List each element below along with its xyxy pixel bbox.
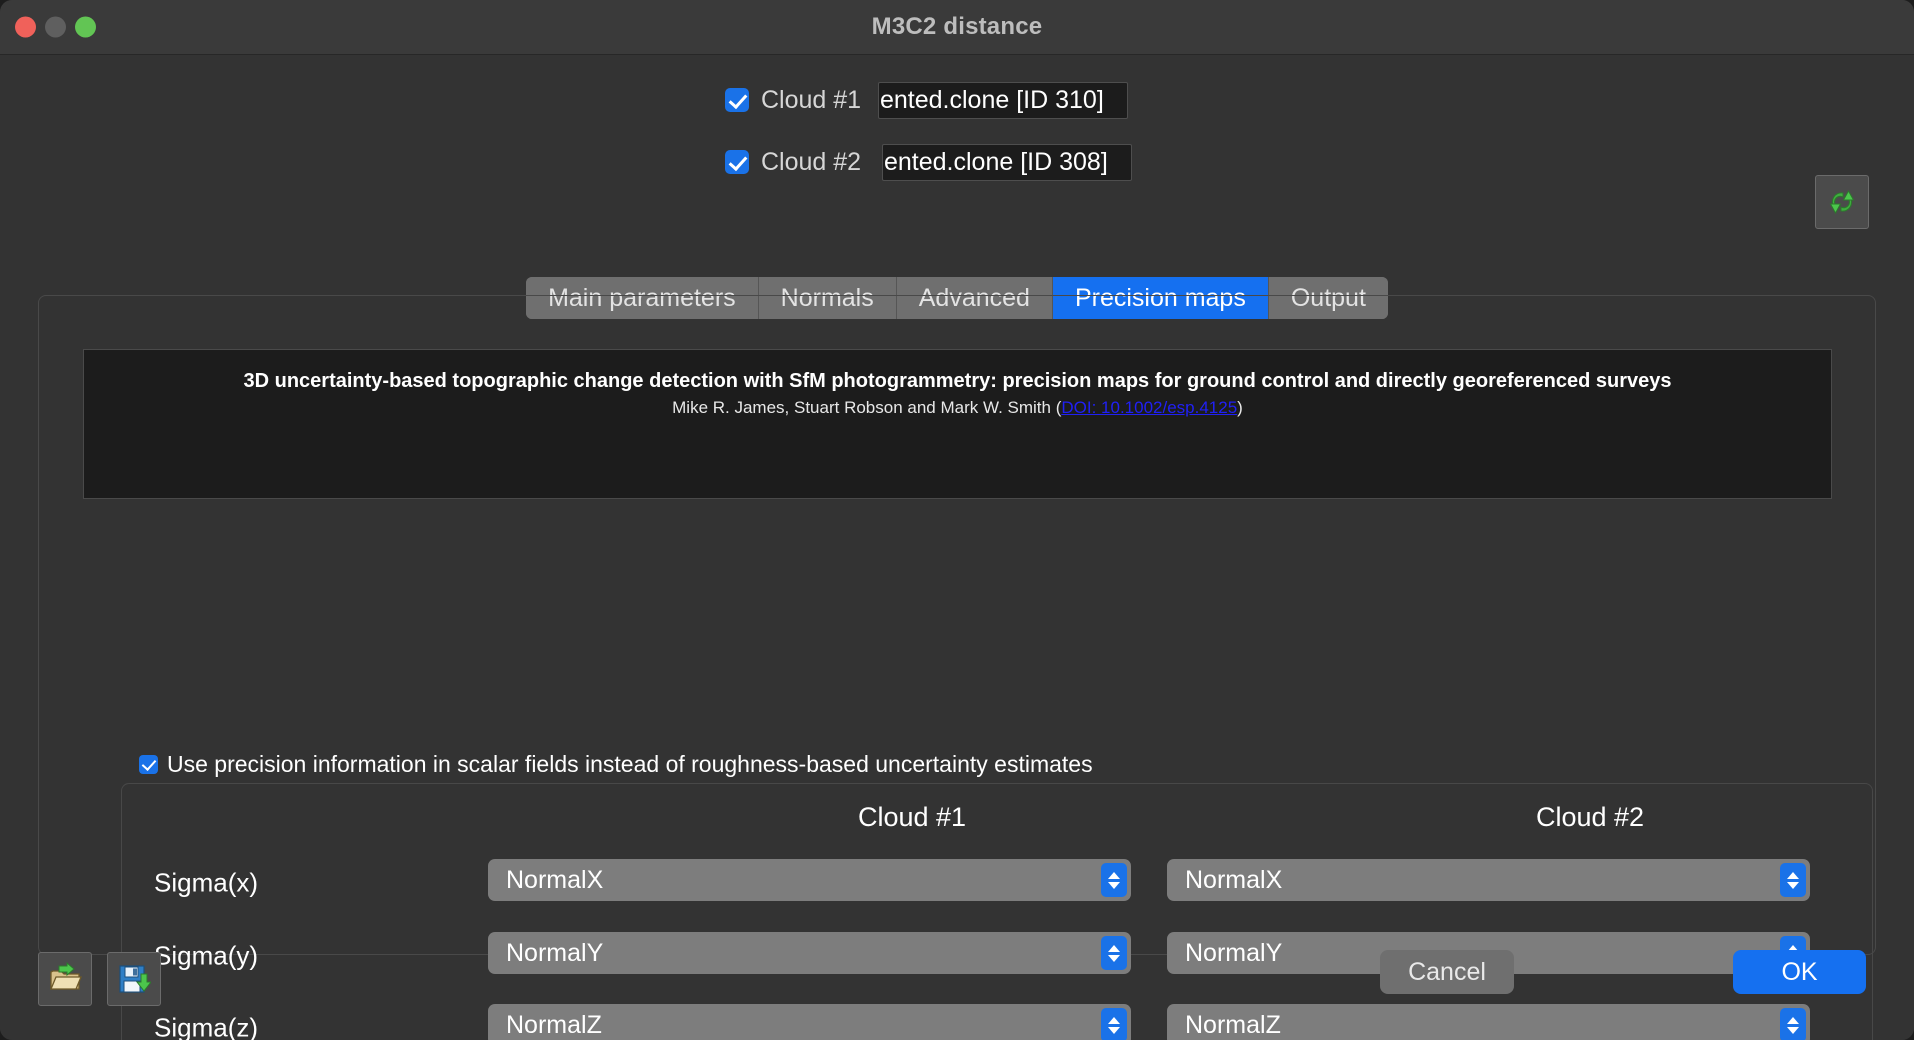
citation-authors-suffix: ) — [1237, 398, 1243, 417]
use-precision-info-row: Use precision information in scalar fiel… — [139, 751, 1093, 778]
cloud2-combobox[interactable]: ented.clone [ID 308] — [882, 144, 1132, 181]
m3c2-distance-dialog: M3C2 distance Cloud #1 ented.clone [ID 3… — [0, 0, 1914, 1040]
swap-arrows-icon — [1825, 185, 1859, 219]
dialog-footer: Cancel OK — [0, 930, 1914, 1040]
sigma-x-cloud2-value: NormalX — [1167, 866, 1780, 895]
window-title: M3C2 distance — [0, 13, 1914, 41]
citation-doi-link[interactable]: DOI: 10.1002/esp.4125 — [1061, 398, 1237, 417]
dialog-content: Cloud #1 ented.clone [ID 310] Cloud #2 e… — [0, 55, 1914, 1040]
column-header-cloud1: Cloud #1 — [762, 802, 1062, 833]
save-parameters-button[interactable] — [107, 952, 161, 1006]
chevron-up-down-icon — [1101, 863, 1127, 897]
cloud1-checkbox[interactable] — [725, 88, 749, 112]
citation-authors: Mike R. James, Stuart Robson and Mark W.… — [84, 398, 1831, 418]
label-sigma-x: Sigma(x) — [154, 868, 258, 899]
title-bar: M3C2 distance — [0, 0, 1914, 55]
cloud2-check-and-label: Cloud #2 — [725, 139, 861, 185]
citation-title: 3D uncertainty-based topographic change … — [84, 368, 1831, 394]
citation-authors-prefix: Mike R. James, Stuart Robson and Mark W.… — [672, 398, 1061, 417]
cloud2-label: Cloud #2 — [761, 148, 861, 177]
cloud1-combobox[interactable]: ented.clone [ID 310] — [878, 82, 1128, 119]
swap-clouds-button[interactable] — [1815, 175, 1869, 229]
citation-box: 3D uncertainty-based topographic change … — [83, 349, 1832, 499]
use-precision-info-label: Use precision information in scalar fiel… — [167, 751, 1093, 778]
column-header-cloud2: Cloud #2 — [1440, 802, 1740, 833]
sigma-x-cloud1-value: NormalX — [488, 866, 1101, 895]
load-parameters-button[interactable] — [38, 952, 92, 1006]
cloud1-check-and-label: Cloud #1 — [725, 77, 861, 123]
cloud2-checkbox[interactable] — [725, 150, 749, 174]
cloud1-label: Cloud #1 — [761, 86, 861, 115]
cloud-selectors: Cloud #1 ented.clone [ID 310] Cloud #2 e… — [0, 77, 1914, 201]
precision-maps-panel: 3D uncertainty-based topographic change … — [38, 295, 1876, 955]
cloud-row-1: Cloud #1 ented.clone [ID 310] — [0, 77, 1914, 139]
folder-open-icon — [48, 962, 82, 996]
sigma-x-cloud2-select[interactable]: NormalX — [1167, 859, 1810, 901]
sigma-x-cloud1-select[interactable]: NormalX — [488, 859, 1131, 901]
floppy-save-icon — [117, 962, 151, 996]
param-row-sigma-x: Sigma(x) NormalX NormalX — [122, 859, 1872, 907]
ok-button[interactable]: OK — [1733, 950, 1866, 994]
use-precision-info-checkbox[interactable] — [139, 755, 158, 774]
cloud-row-2: Cloud #2 ented.clone [ID 308] — [0, 139, 1914, 201]
cancel-button[interactable]: Cancel — [1380, 950, 1514, 994]
chevron-up-down-icon — [1780, 863, 1806, 897]
